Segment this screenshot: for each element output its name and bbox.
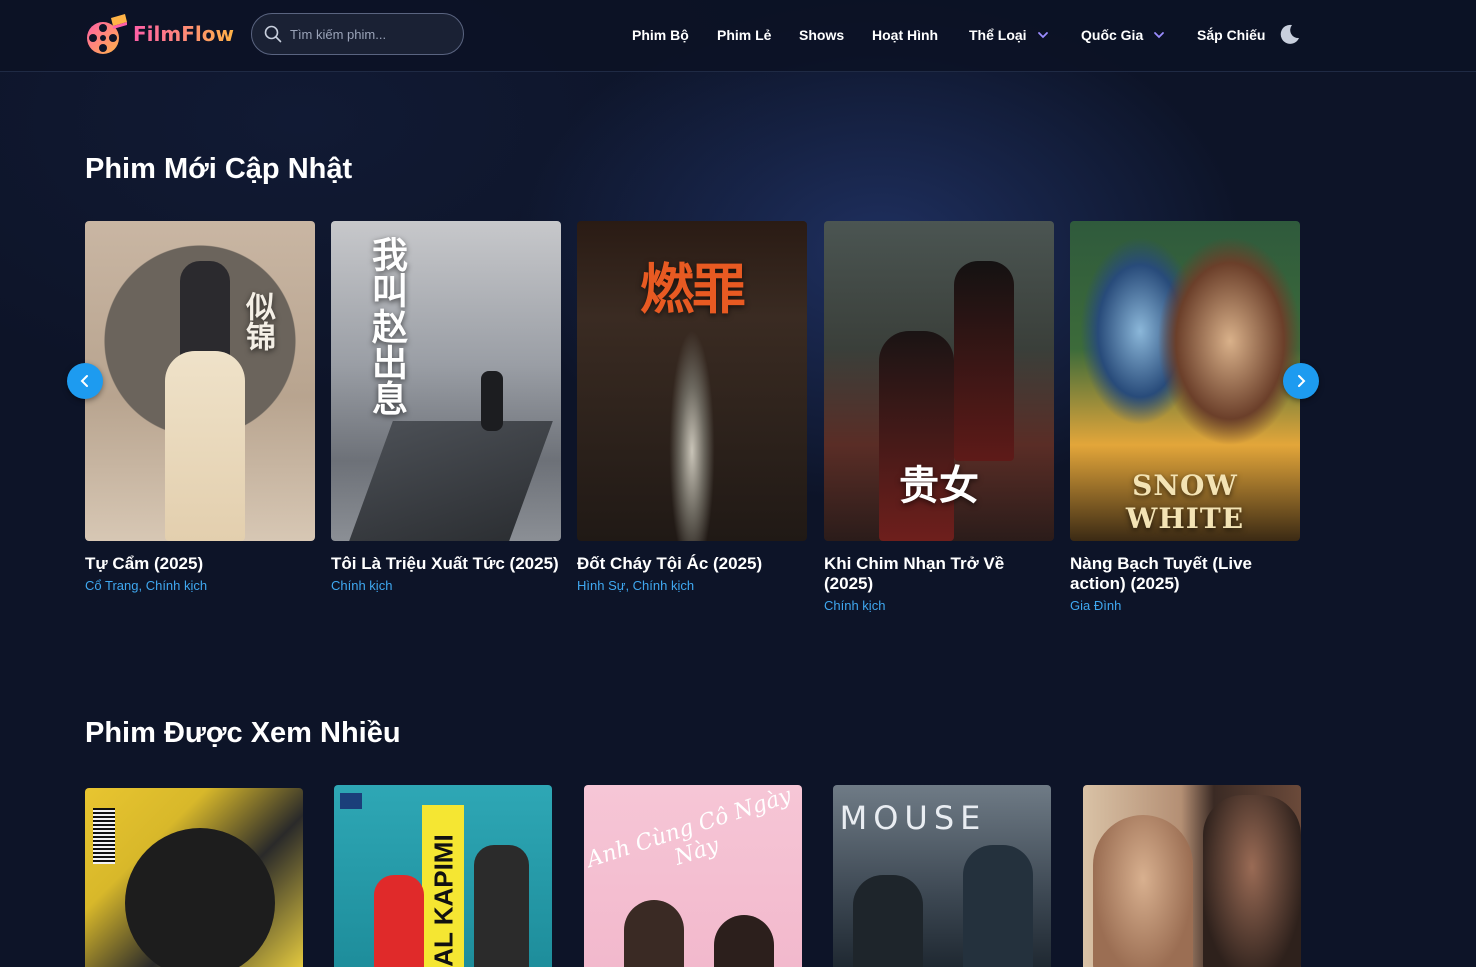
figure-shape	[963, 845, 1033, 967]
chevron-left-icon	[80, 375, 88, 387]
section-title-popular: Phim Được Xem Nhiều	[85, 717, 401, 749]
nav-item-quoc-gia[interactable]: Quốc Gia	[1081, 23, 1165, 47]
movie-title[interactable]: Nàng Bạch Tuyết (Live action) (2025)	[1070, 554, 1300, 594]
nav-item-phim-bo[interactable]: Phim Bộ	[632, 23, 689, 47]
figure-shape	[853, 875, 923, 967]
movie-genres[interactable]: Hình Sự, Chính kịch	[577, 577, 807, 595]
movie-genres[interactable]: Cổ Trang, Chính kịch	[85, 577, 315, 595]
figure-shape	[714, 915, 774, 967]
poster-text: 我叫赵出息	[366, 236, 408, 416]
movie-poster[interactable]: 燃罪	[577, 221, 807, 541]
popular-movie-poster[interactable]: AL KAPIMI	[334, 785, 552, 967]
figure-shape	[481, 371, 503, 431]
poster-text: SNOW WHITE	[1125, 469, 1245, 535]
bridge-shape	[349, 421, 553, 541]
figure-shape	[374, 875, 424, 967]
figure-shape	[954, 261, 1014, 461]
movie-title[interactable]: Khi Chim Nhạn Trở Về (2025)	[824, 554, 1054, 594]
movie-genres[interactable]: Gia Đình	[1070, 597, 1300, 615]
popular-movie-poster[interactable]: MOUSE	[833, 785, 1051, 967]
main-nav: Phim Bộ Phim Lẻ Shows Hoạt Hình Thể Loại…	[0, 23, 1476, 47]
nav-item-hoat-hinh[interactable]: Hoạt Hình	[872, 23, 938, 47]
figure-shape	[125, 828, 275, 967]
poster-text: 贵女	[899, 462, 979, 509]
theme-toggle-button[interactable]	[1278, 22, 1302, 46]
poster-text: 燃罪	[640, 257, 746, 321]
carousel-prev-button[interactable]	[67, 363, 103, 399]
figure-shape	[1203, 795, 1301, 967]
figure-shape	[474, 845, 529, 967]
movie-card[interactable]: 贵女 Khi Chim Nhạn Trở Về (2025) Chính kịc…	[824, 221, 1054, 615]
movie-title[interactable]: Đốt Cháy Tội Ác (2025)	[577, 554, 807, 574]
nav-item-shows[interactable]: Shows	[799, 23, 844, 47]
movie-poster[interactable]: SNOW WHITE	[1070, 221, 1300, 541]
movie-title[interactable]: Tự Cẩm (2025)	[85, 554, 315, 574]
figure-shape	[1093, 815, 1193, 967]
movie-card[interactable]: 燃罪 Đốt Cháy Tội Ác (2025) Hình Sự, Chính…	[577, 221, 807, 595]
movie-title[interactable]: Tôi Là Triệu Xuất Tức (2025)	[331, 554, 561, 574]
movie-card[interactable]: SNOW WHITE Nàng Bạch Tuyết (Live action)…	[1070, 221, 1300, 615]
movie-poster[interactable]: 似锦	[85, 221, 315, 541]
poster-text: MOUSE	[839, 799, 987, 837]
moon-icon	[1280, 24, 1299, 44]
popular-movie-poster[interactable]	[85, 788, 303, 967]
popular-movie-poster[interactable]	[1083, 785, 1301, 967]
popular-movie-poster[interactable]: Anh Cùng Cô Ngày Này	[584, 785, 802, 967]
chevron-down-icon	[1037, 32, 1048, 39]
poster-text: Anh Cùng Cô Ngày Này	[584, 785, 795, 873]
movie-card[interactable]: 我叫赵出息 Tôi Là Triệu Xuất Tức (2025) Chính…	[331, 221, 561, 595]
poster-text: AL KAPIMI	[428, 834, 459, 967]
figure-shape	[165, 351, 245, 541]
nav-item-the-loai[interactable]: Thể Loại	[969, 23, 1049, 47]
channel-logo	[340, 793, 362, 809]
chevron-right-icon	[1298, 375, 1306, 387]
movie-genres[interactable]: Chính kịch	[824, 597, 1054, 615]
barcode-shape	[93, 808, 115, 864]
movie-poster[interactable]: 贵女	[824, 221, 1054, 541]
top-navbar: FilmFlow Phim Bộ Phim Lẻ Shows Hoạt Hình…	[0, 0, 1476, 72]
movie-poster[interactable]: 我叫赵出息	[331, 221, 561, 541]
nav-item-sap-chieu[interactable]: Sắp Chiếu	[1197, 23, 1265, 47]
movie-genres[interactable]: Chính kịch	[331, 577, 561, 595]
chevron-down-icon	[1154, 32, 1165, 39]
nav-item-phim-le[interactable]: Phim Lẻ	[717, 23, 771, 47]
carousel-next-button[interactable]	[1283, 363, 1319, 399]
movie-card[interactable]: 似锦 Tự Cẩm (2025) Cổ Trang, Chính kịch	[85, 221, 315, 595]
figure-shape	[624, 900, 684, 967]
section-title-new: Phim Mới Cập Nhật	[85, 153, 353, 185]
poster-text: 似锦	[240, 291, 275, 351]
